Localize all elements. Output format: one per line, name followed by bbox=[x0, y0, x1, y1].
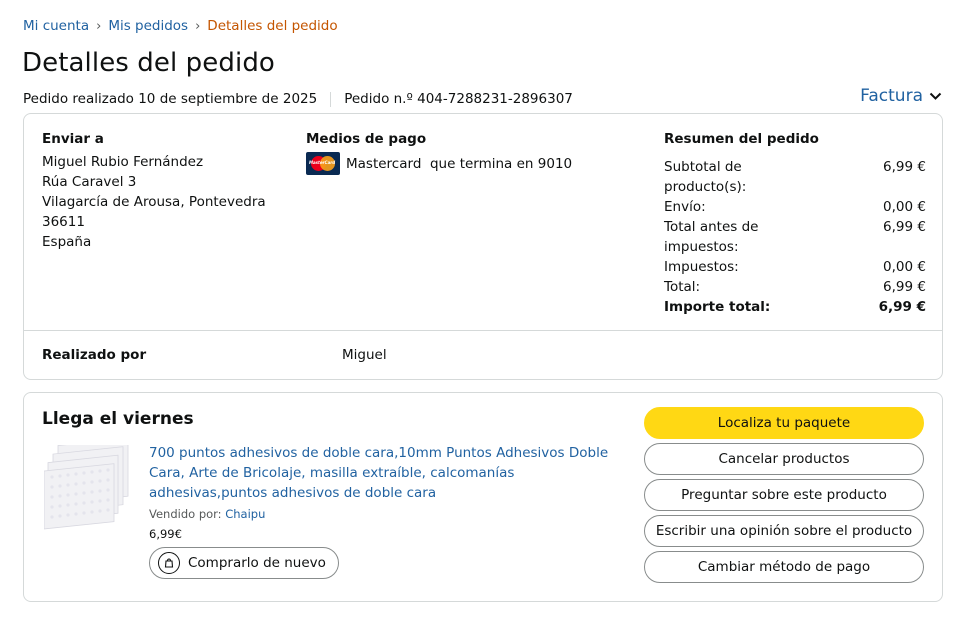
order-date: Pedido realizado 10 de septiembre de 202… bbox=[23, 91, 318, 107]
mastercard-icon: MasterCard bbox=[306, 152, 340, 175]
summary-value: 0,00 € bbox=[883, 199, 926, 215]
order-meta: Pedido realizado 10 de septiembre de 202… bbox=[23, 91, 573, 107]
seller-link[interactable]: Chaipu bbox=[225, 507, 265, 521]
buy-again-icon bbox=[158, 552, 180, 574]
grand-total-value: 6,99 € bbox=[878, 299, 926, 315]
product-price: 6,99€ bbox=[149, 527, 182, 541]
product-title-link[interactable]: 700 puntos adhesivos de doble cara,10mm … bbox=[149, 443, 624, 503]
payment-method: MasterCard Mastercard que termina en 901… bbox=[306, 152, 572, 175]
breadcrumb-my-orders[interactable]: Mis pedidos bbox=[108, 18, 188, 34]
breadcrumb-my-account[interactable]: Mi cuenta bbox=[23, 18, 89, 34]
breadcrumb-current: Detalles del pedido bbox=[207, 18, 338, 34]
address-name: Miguel Rubio Fernández bbox=[42, 154, 204, 170]
divider bbox=[24, 330, 942, 331]
summary-row: Envío: 0,00 € bbox=[664, 197, 926, 217]
grand-total-label: Importe total: bbox=[664, 299, 771, 315]
breadcrumb-separator: › bbox=[195, 18, 201, 34]
shipping-title: Enviar a bbox=[42, 131, 104, 147]
chevron-down-icon bbox=[929, 92, 942, 100]
seller-prefix: Vendido por: bbox=[149, 507, 222, 521]
summary-label: Total antes de impuestos: bbox=[664, 219, 759, 255]
summary-row: Total antes de impuestos: 6,99 € bbox=[664, 217, 926, 257]
cancel-items-button[interactable]: Cancelar productos bbox=[644, 443, 924, 475]
order-summary: Subtotal de producto(s): 6,99 € Envío: 0… bbox=[664, 157, 926, 317]
breadcrumb-separator: › bbox=[96, 18, 102, 34]
summary-value: 6,99 € bbox=[883, 159, 926, 175]
address-postal: 36611 bbox=[42, 214, 85, 230]
summary-value: 6,99 € bbox=[883, 219, 926, 235]
write-review-button[interactable]: Escribir una opinión sobre el producto bbox=[644, 515, 924, 547]
seller-info: Vendido por: Chaipu bbox=[149, 507, 265, 521]
summary-label: Impuestos: bbox=[664, 259, 739, 275]
buy-again-label: Comprarlo de nuevo bbox=[188, 555, 326, 571]
payment-title: Medios de pago bbox=[306, 131, 427, 147]
buy-again-button[interactable]: Comprarlo de nuevo bbox=[149, 547, 339, 579]
summary-value: 0,00 € bbox=[883, 259, 926, 275]
summary-title: Resumen del pedido bbox=[664, 131, 819, 147]
order-info-card: Enviar a Miguel Rubio Fernández Rúa Cara… bbox=[23, 113, 943, 380]
breadcrumb: Mi cuenta › Mis pedidos › Detalles del p… bbox=[23, 18, 338, 34]
invoice-dropdown[interactable]: Factura bbox=[860, 86, 942, 106]
page-title: Detalles del pedido bbox=[22, 48, 275, 78]
shipment-card: Llega el viernes 700 puntos adhesivos de… bbox=[23, 392, 943, 602]
product-image[interactable] bbox=[44, 445, 136, 535]
summary-label: Subtotal de producto(s): bbox=[664, 159, 747, 195]
summary-value: 6,99 € bbox=[883, 279, 926, 295]
arrival-status: Llega el viernes bbox=[42, 409, 194, 429]
summary-label: Envío: bbox=[664, 199, 706, 215]
address-street: Rúa Caravel 3 bbox=[42, 174, 137, 190]
summary-row: Impuestos: 0,00 € bbox=[664, 257, 926, 277]
ask-product-question-button[interactable]: Preguntar sobre este producto bbox=[644, 479, 924, 511]
summary-row: Subtotal de producto(s): 6,99 € bbox=[664, 157, 926, 197]
summary-grand-total: Importe total: 6,99 € bbox=[664, 297, 926, 317]
placed-by-label: Realizado por bbox=[42, 347, 147, 363]
summary-row: Total: 6,99 € bbox=[664, 277, 926, 297]
payment-method-text: Mastercard que termina en 9010 bbox=[346, 155, 573, 172]
summary-label: Total: bbox=[664, 279, 701, 295]
invoice-label: Factura bbox=[860, 86, 923, 106]
track-package-button[interactable]: Localiza tu paquete bbox=[644, 407, 924, 439]
shipping-address: Miguel Rubio Fernández Rúa Caravel 3 Vil… bbox=[42, 152, 266, 252]
address-country: España bbox=[42, 234, 92, 250]
meta-divider bbox=[330, 91, 332, 107]
order-number: Pedido n.º 404-7288231-2896307 bbox=[344, 91, 573, 107]
address-city: Vilagarcía de Arousa, Pontevedra bbox=[42, 194, 266, 210]
placed-by-value: Miguel bbox=[342, 347, 387, 363]
change-payment-button[interactable]: Cambiar método de pago bbox=[644, 551, 924, 583]
